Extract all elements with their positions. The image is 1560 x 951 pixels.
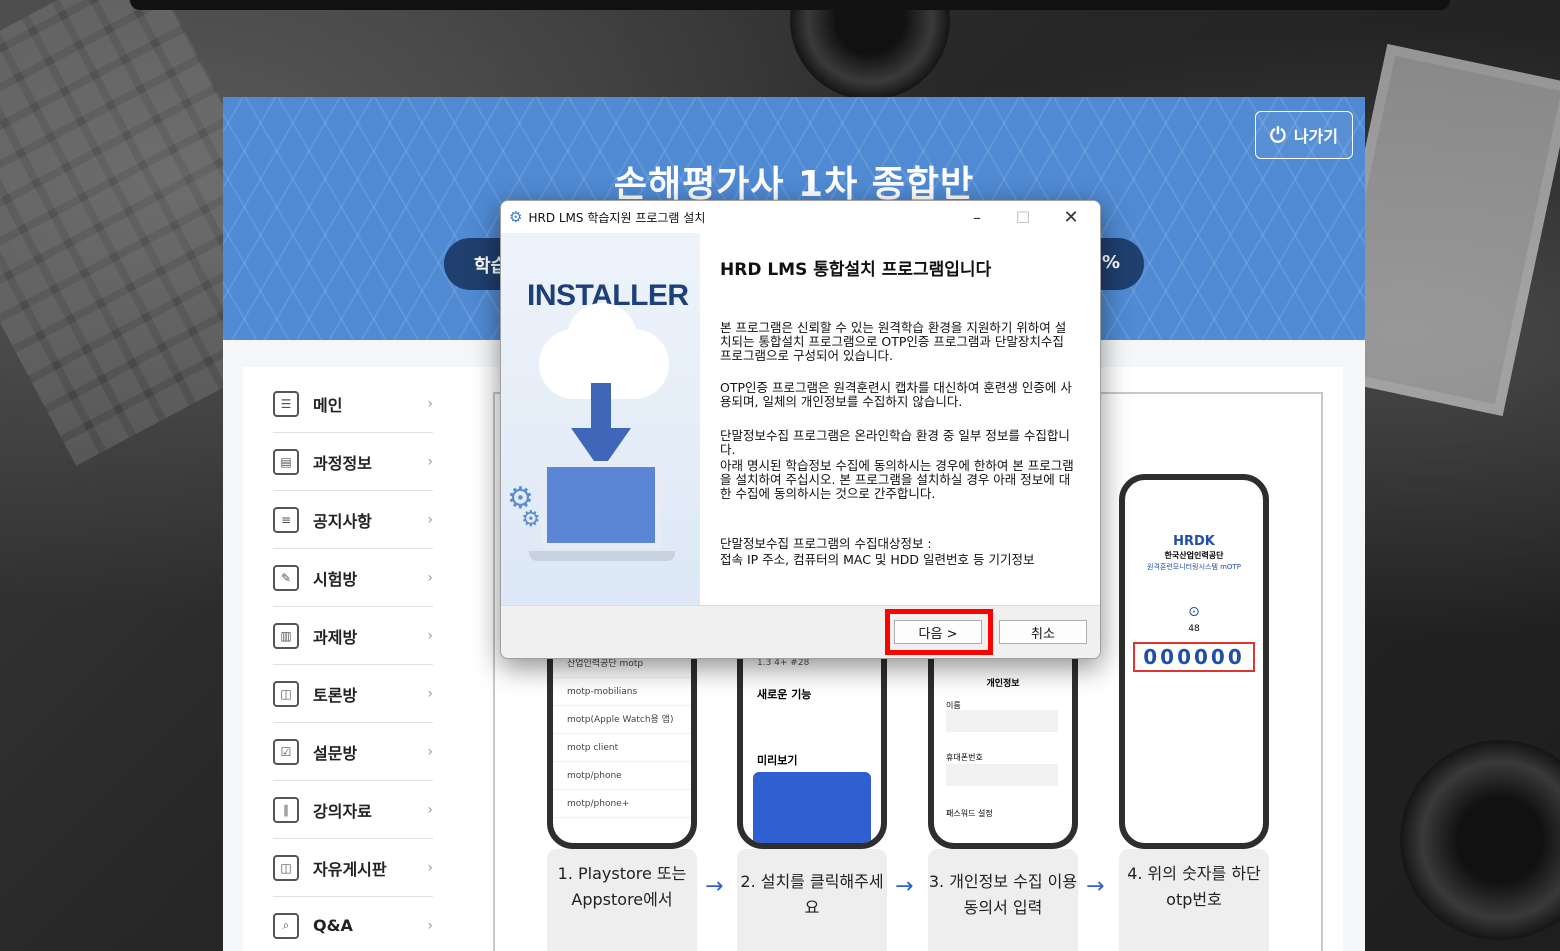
sidebar-item-label: 설문방 — [313, 743, 358, 763]
gear-icon: ⚙ — [509, 208, 523, 226]
sidebar-item-label: 토론방 — [313, 685, 358, 705]
chevron-right-icon: › — [427, 569, 433, 586]
step-caption-4: 4. 위의 숫자를 하단 otp번호 — [1119, 849, 1269, 951]
installer-dialog: ⚙ HRD LMS 학습지원 프로그램 설치 – ☐ ✕ INSTALLER ⚙… — [500, 200, 1101, 659]
clock-icon: ⊙ — [1188, 604, 1200, 620]
dialog-heading: HRD LMS 통합설치 프로그램입니다 — [720, 260, 992, 280]
next-button[interactable]: 다음 > — [894, 620, 982, 644]
exit-label: 나가기 — [1293, 127, 1338, 146]
installer-illustration: INSTALLER ⚙ ⚙ — [501, 233, 700, 605]
step-caption-1: 1. Playstore 또는 Appstore에서 — [547, 849, 697, 951]
sidebar-item-main[interactable]: ☰ 메인 › — [273, 375, 433, 433]
arrow-right-icon: → — [895, 874, 914, 899]
phone-label: 휴대폰번호 — [946, 753, 983, 762]
system-name: 원격훈련모니터링시스템 mOTP — [1147, 563, 1241, 571]
sidebar-item-course-info[interactable]: ▤ 과정정보 › — [273, 433, 433, 491]
exit-button[interactable]: ⏻ 나가기 — [1255, 111, 1353, 159]
sidebar-item-notice[interactable]: ≡ 공지사항 › — [273, 491, 433, 549]
cog-icon: ⚙ — [521, 507, 541, 532]
step-caption-3: 3. 개인정보 수집 이용 동의서 입력 — [928, 849, 1078, 951]
collection-info-title: 단말정보수집 프로그램의 수집대상정보 : — [720, 536, 932, 551]
phone-field — [946, 764, 1058, 786]
collection-info-detail: 접속 IP 주소, 컴퓨터의 MAC 및 HDD 일련번호 등 기기정보 — [720, 552, 1035, 567]
description-paragraph: OTP인증 프로그램은 원격훈련시 캡차를 대신하여 훈련생 인증에 사용되며,… — [720, 380, 1072, 409]
hrdk-logo: HRDK — [1173, 534, 1215, 549]
dialog-footer: 다음 > 취소 — [501, 605, 1100, 658]
preview-label: 미리보기 — [757, 754, 798, 767]
personal-info-title: 개인정보 — [986, 679, 1020, 689]
arrow-right-icon: → — [705, 874, 724, 899]
name-field — [946, 710, 1058, 732]
search-result: motp/phone+ — [553, 790, 691, 818]
search-result: motp(Apple Watch용 앱) — [553, 706, 691, 734]
sidebar-item-assignment[interactable]: ▥ 과제방 › — [273, 607, 433, 665]
sidebar-item-materials[interactable]: ∥ 강의자료 › — [273, 781, 433, 839]
maximize-button[interactable]: ☐ — [1000, 201, 1046, 233]
course-info-icon: ▤ — [273, 448, 299, 475]
otp-timer: 48 — [1188, 624, 1200, 634]
search-result: motp-mobilians — [553, 678, 691, 706]
app-stats: 1.3 4+ #28 — [757, 658, 810, 668]
chevron-right-icon: › — [427, 511, 433, 528]
laptop-icon — [541, 461, 661, 549]
materials-icon: ∥ — [273, 796, 299, 823]
guide-phone-4: HRDK 한국산업인력공단 원격훈련모니터링시스템 mOTP ⊙ 48 0000… — [1119, 474, 1269, 849]
close-button[interactable]: ✕ — [1048, 201, 1094, 233]
description-paragraph: 단말정보수집 프로그램은 온라인학습 환경 중 일부 정보를 수집합니다. — [720, 428, 1070, 457]
sidebar-item-label: 과제방 — [313, 627, 358, 647]
sidebar-item-label: 자유게시판 — [313, 859, 387, 879]
assignment-icon: ▥ — [273, 622, 299, 649]
search-result: motp client — [553, 734, 691, 762]
progress-value: % — [1101, 252, 1120, 273]
search-result: motp/phone — [553, 762, 691, 790]
sidebar-item-label: 메인 — [313, 395, 343, 415]
chevron-right-icon: › — [427, 395, 433, 412]
sidebar-item-label: 시험방 — [313, 569, 358, 589]
step-caption-2: 2. 설치를 클릭해주세요 — [737, 849, 887, 951]
cancel-button[interactable]: 취소 — [999, 620, 1087, 644]
laptop-base — [529, 551, 675, 561]
chevron-right-icon: › — [427, 685, 433, 702]
notice-icon: ≡ — [273, 506, 299, 533]
sidebar-item-label: 과정정보 — [313, 453, 372, 473]
download-arrow-icon — [571, 383, 631, 471]
power-icon: ⏻ — [1270, 123, 1286, 147]
sidebar: ☰ 메인 › ▤ 과정정보 › ≡ 공지사항 › ✎ 시험방 › ▥ 과제방 ›… — [243, 367, 475, 951]
chevron-right-icon: › — [427, 453, 433, 470]
chevron-right-icon: › — [427, 627, 433, 644]
minimize-button[interactable]: – — [954, 201, 1000, 233]
sidebar-item-label: 강의자료 — [313, 801, 372, 821]
otp-code: 000000 — [1133, 642, 1255, 672]
preview-image — [753, 772, 871, 843]
board-icon: ◫ — [273, 854, 299, 881]
chevron-right-icon: › — [427, 801, 433, 818]
new-feature-label: 새로운 기능 — [757, 688, 812, 701]
sidebar-item-label: Q&A — [313, 916, 353, 935]
browser-top-bar — [130, 0, 1450, 10]
survey-icon: ☑ — [273, 738, 299, 765]
sidebar-item-exam[interactable]: ✎ 시험방 › — [273, 549, 433, 607]
arrow-right-icon: → — [1086, 874, 1105, 899]
sidebar-item-qna[interactable]: ⌕ Q&A › — [273, 897, 433, 951]
chevron-right-icon: › — [427, 859, 433, 876]
sidebar-item-board[interactable]: ◫ 자유게시판 › — [273, 839, 433, 897]
qna-icon: ⌕ — [273, 912, 299, 939]
dialog-title: HRD LMS 학습지원 프로그램 설치 — [528, 210, 706, 225]
password-label: 패스워드 설정 — [946, 809, 993, 818]
sidebar-item-label: 공지사항 — [313, 511, 372, 531]
description-paragraph: 본 프로그램은 신뢰할 수 있는 원격학습 환경을 지원하기 위하여 설치되는 … — [720, 320, 1067, 363]
discussion-icon: ◫ — [273, 680, 299, 707]
sidebar-item-survey[interactable]: ☑ 설문방 › — [273, 723, 433, 781]
exam-icon: ✎ — [273, 564, 299, 591]
sidebar-item-discussion[interactable]: ◫ 토론방 › — [273, 665, 433, 723]
dialog-titlebar: ⚙ HRD LMS 학습지원 프로그램 설치 – ☐ ✕ — [501, 201, 1100, 233]
description-paragraph: 아래 명시된 학습정보 수집에 동의하시는 경우에 한하여 본 프로그램을 설치… — [720, 458, 1074, 501]
dialog-body: HRD LMS 통합설치 프로그램입니다 본 프로그램은 신뢰할 수 있는 원격… — [720, 233, 1080, 605]
chevron-right-icon: › — [427, 743, 433, 760]
main-icon: ☰ — [273, 390, 299, 417]
org-name: 한국산업인력공단 — [1164, 551, 1224, 560]
chevron-right-icon: › — [427, 917, 433, 934]
